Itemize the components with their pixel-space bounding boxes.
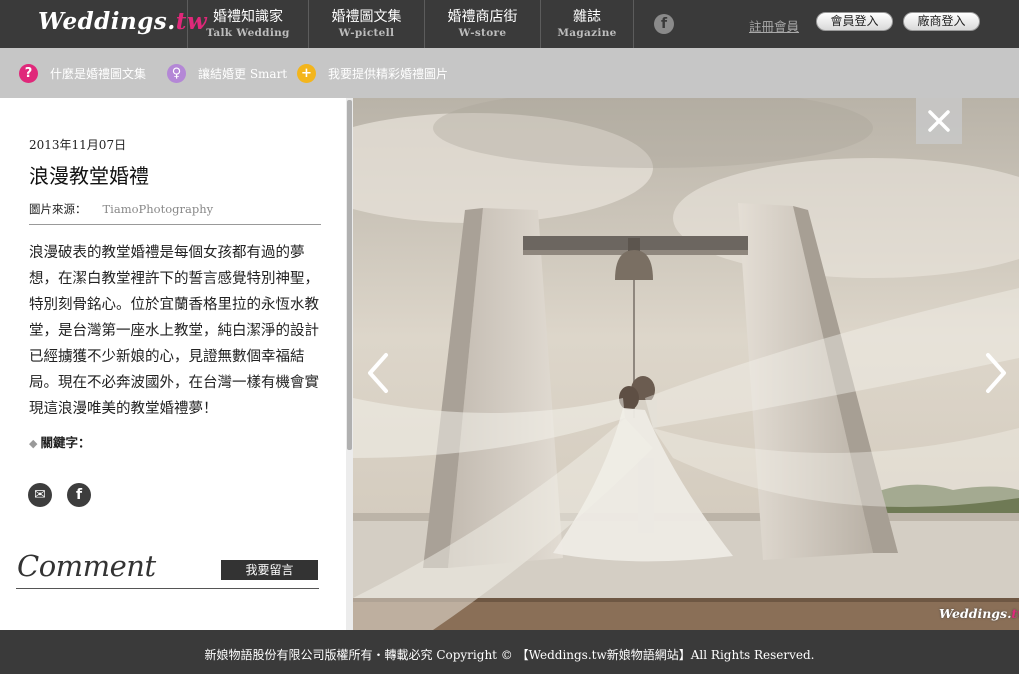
chevron-left-icon — [368, 353, 388, 393]
leave-comment-button[interactable]: 我要留言 — [221, 560, 318, 580]
tag-icon: ◆ — [29, 437, 38, 450]
subnav-smart-wedding[interactable]: ♀ 讓結婚更 Smart — [167, 63, 287, 83]
article-title: 浪漫教堂婚禮 — [29, 164, 149, 188]
nav-label-en: Magazine — [557, 26, 617, 39]
register-link[interactable]: 註冊會員 — [749, 16, 799, 35]
facebook-icon[interactable]: f — [654, 14, 674, 34]
nav-label-zh: 婚禮商店街 — [447, 8, 518, 25]
nav-label-en: Talk Wedding — [206, 26, 290, 39]
comment-heading: Comment — [17, 549, 156, 583]
nav-label-zh: 婚禮知識家 — [213, 8, 283, 25]
source-label: 圖片來源： — [29, 202, 87, 216]
watermark-text: Weddings. — [939, 606, 1012, 621]
keywords: ◆ 關鍵字： — [29, 432, 90, 451]
divider — [29, 224, 321, 225]
plus-icon: + — [297, 63, 316, 83]
keywords-label: 關鍵字： — [40, 435, 91, 450]
subnav-label: 什麼是婚禮圖文集 — [50, 66, 147, 81]
watermark-tld: tw — [1011, 606, 1019, 621]
article-panel: 2013年11月07日 浪漫教堂婚禮 圖片來源： TiamoPhotography… — [0, 98, 353, 630]
nav-w-pictell[interactable]: 婚禮圖文集 W-pictell — [308, 0, 424, 48]
chevron-right-icon — [986, 353, 1006, 393]
top-navigation-bar: Weddings.tw 婚禮知識家 Talk Wedding 婚禮圖文集 W-p… — [0, 0, 1019, 48]
nav-w-store[interactable]: 婚禮商店街 W-store — [424, 0, 540, 48]
nav-label-zh: 雜誌 — [573, 8, 601, 25]
email-share-icon[interactable]: ✉ — [28, 483, 52, 507]
vendor-login-button[interactable]: 廠商登入 — [903, 12, 980, 31]
facebook-share-icon[interactable]: f — [67, 483, 91, 507]
site-logo[interactable]: Weddings.tw — [38, 8, 207, 35]
article-description: 浪漫破表的教堂婚禮是每個女孩都有過的夢想，在潔白教堂裡許下的誓言感覺特別神聖，特… — [29, 245, 319, 417]
subnav-what-is-pictell[interactable]: ? 什麼是婚禮圖文集 — [19, 63, 146, 83]
close-icon — [928, 110, 950, 132]
subnav-label: 我要提供精彩婚禮圖片 — [328, 66, 449, 81]
lightbulb-icon: ♀ — [167, 63, 186, 83]
divider — [16, 588, 319, 589]
article-date: 2013年11月07日 — [29, 138, 127, 152]
main-nav: 婚禮知識家 Talk Wedding 婚禮圖文集 W-pictell 婚禮商店街… — [187, 0, 634, 48]
member-login-button[interactable]: 會員登入 — [816, 12, 893, 31]
photo-source: 圖片來源： TiamoPhotography — [29, 201, 213, 217]
question-icon: ? — [19, 63, 38, 83]
subnav-submit-photos[interactable]: + 我要提供精彩婚禮圖片 — [297, 63, 448, 83]
nav-label-en: W-store — [458, 26, 507, 39]
nav-talk-wedding[interactable]: 婚禮知識家 Talk Wedding — [187, 0, 308, 48]
previous-photo-button[interactable] — [364, 350, 394, 396]
next-photo-button[interactable] — [980, 350, 1010, 396]
scrollbar-thumb[interactable] — [347, 100, 352, 450]
logo-text: Weddings. — [38, 8, 176, 35]
nav-magazine[interactable]: 雜誌 Magazine — [540, 0, 634, 48]
photo-illustration — [353, 98, 1019, 630]
footer: 新娘物語股份有限公司版權所有・轉載必究 Copyright © 【Wedding… — [0, 630, 1019, 674]
photo-watermark: Weddings.tw — [939, 606, 1019, 621]
copyright-text: 新娘物語股份有限公司版權所有・轉載必究 Copyright © 【Wedding… — [204, 648, 815, 662]
wedding-photo — [353, 98, 1019, 630]
sub-navigation-bar: ? 什麼是婚禮圖文集 ♀ 讓結婚更 Smart + 我要提供精彩婚禮圖片 — [0, 48, 1019, 98]
subnav-label: 讓結婚更 Smart — [198, 66, 288, 81]
nav-label-zh: 婚禮圖文集 — [331, 8, 402, 25]
close-button[interactable] — [916, 98, 962, 144]
source-value[interactable]: TiamoPhotography — [103, 202, 214, 216]
nav-label-en: W-pictell — [338, 26, 395, 39]
